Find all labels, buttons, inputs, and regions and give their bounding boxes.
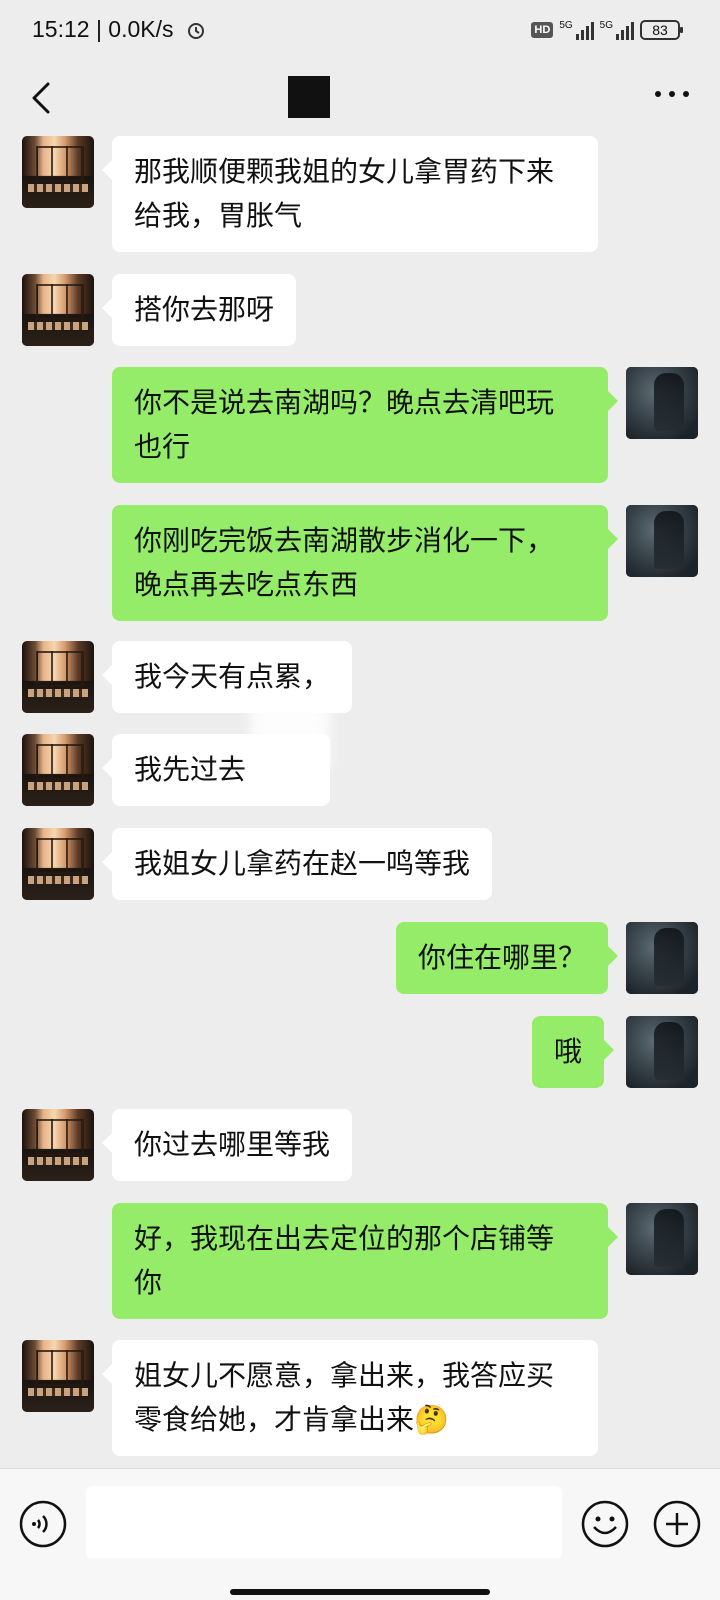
chat-title-redacted	[288, 76, 330, 118]
message-text: 你不是说去南湖吗？晚点去清吧玩 也行	[134, 386, 555, 463]
my-avatar[interactable]	[626, 367, 698, 439]
message-bubble[interactable]: 好，我现在出去定位的那个店铺等 你	[112, 1203, 618, 1319]
message-bubble[interactable]: 你不是说去南湖吗？晚点去清吧玩 也行	[112, 367, 618, 483]
emoji-icon[interactable]	[580, 1499, 630, 1549]
signal-icon: 5G	[559, 20, 594, 40]
message-bubble[interactable]: 你住在哪里？	[396, 922, 619, 994]
status-time: 15:12 | 0.0K/s	[32, 16, 174, 42]
message-text: 我先过去	[134, 753, 247, 786]
message-list[interactable]: 那我顺便颗我姐的女儿拿胃药下来 给我，胃胀气 搭你去那呀 你不是说去南湖吗？晚点…	[0, 136, 720, 1468]
my-avatar[interactable]	[626, 1203, 698, 1275]
contact-avatar[interactable]	[22, 136, 94, 208]
message-bubble[interactable]: 你刚吃完饭去南湖散步消化一下， 晚点再去吃点东西	[112, 505, 618, 621]
voice-icon[interactable]	[18, 1499, 68, 1549]
alarm-icon	[188, 23, 204, 39]
message-text: 搭你去那呀	[134, 293, 275, 326]
message-text: 好，我现在出去定位的那个店铺等 你	[134, 1222, 555, 1299]
status-bar: 15:12 | 0.0K/s HD 5G 5G 83	[0, 0, 720, 62]
message-input[interactable]	[86, 1486, 562, 1558]
more-button[interactable]	[652, 84, 692, 104]
blur-overlay	[250, 701, 330, 771]
message-text: 我姐女儿拿药在赵一鸣等我	[134, 847, 471, 880]
my-avatar[interactable]	[626, 505, 698, 577]
contact-avatar[interactable]	[22, 1340, 94, 1412]
message-text: 哦	[554, 1035, 583, 1068]
status-indicators: HD 5G 5G 83	[531, 18, 683, 42]
chat-header	[0, 62, 720, 136]
contact-avatar[interactable]	[22, 828, 94, 900]
message-text: 你刚吃完饭去南湖散步消化一下， 晚点再去吃点东西	[134, 524, 555, 601]
battery-icon: 83	[640, 20, 683, 40]
hd-badge: HD	[531, 22, 554, 38]
message-bubble[interactable]: 哦	[532, 1016, 615, 1088]
message-text: 你过去哪里等我	[134, 1128, 331, 1161]
signal-icon-2: 5G	[600, 20, 634, 40]
message-bubble[interactable]: 我姐女儿拿药在赵一鸣等我	[101, 828, 493, 900]
message-bubble[interactable]: 你过去哪里等我	[101, 1109, 353, 1181]
back-button[interactable]	[26, 78, 56, 118]
my-avatar[interactable]	[626, 922, 698, 994]
contact-avatar[interactable]	[22, 274, 94, 346]
signal-label: 5G	[559, 20, 573, 31]
signal-label-2: 5G	[599, 20, 613, 31]
message-text: 那我顺便颗我姐的女儿拿胃药下来 给我，胃胀气	[134, 155, 555, 232]
plus-icon[interactable]	[652, 1499, 702, 1549]
contact-avatar[interactable]	[22, 1109, 94, 1181]
message-text: 你住在哪里？	[418, 941, 587, 974]
my-avatar[interactable]	[626, 1016, 698, 1088]
message-bubble[interactable]: 搭你去那呀	[101, 274, 297, 346]
message-bubble[interactable]: 姐女儿不愿意，拿出来，我答应买 零食给她，才肯拿出来🤔	[102, 1340, 598, 1456]
message-text: 姐女儿不愿意，拿出来，我答应买 零食给她，才肯拿出来🤔	[134, 1359, 555, 1436]
message-text: 我今天有点累，	[134, 660, 331, 693]
contact-avatar[interactable]	[22, 734, 94, 806]
input-bar	[0, 1468, 720, 1600]
contact-avatar[interactable]	[22, 641, 94, 713]
home-indicator[interactable]	[230, 1589, 490, 1595]
message-bubble[interactable]: 那我顺便颗我姐的女儿拿胃药下来 给我，胃胀气	[102, 136, 598, 252]
